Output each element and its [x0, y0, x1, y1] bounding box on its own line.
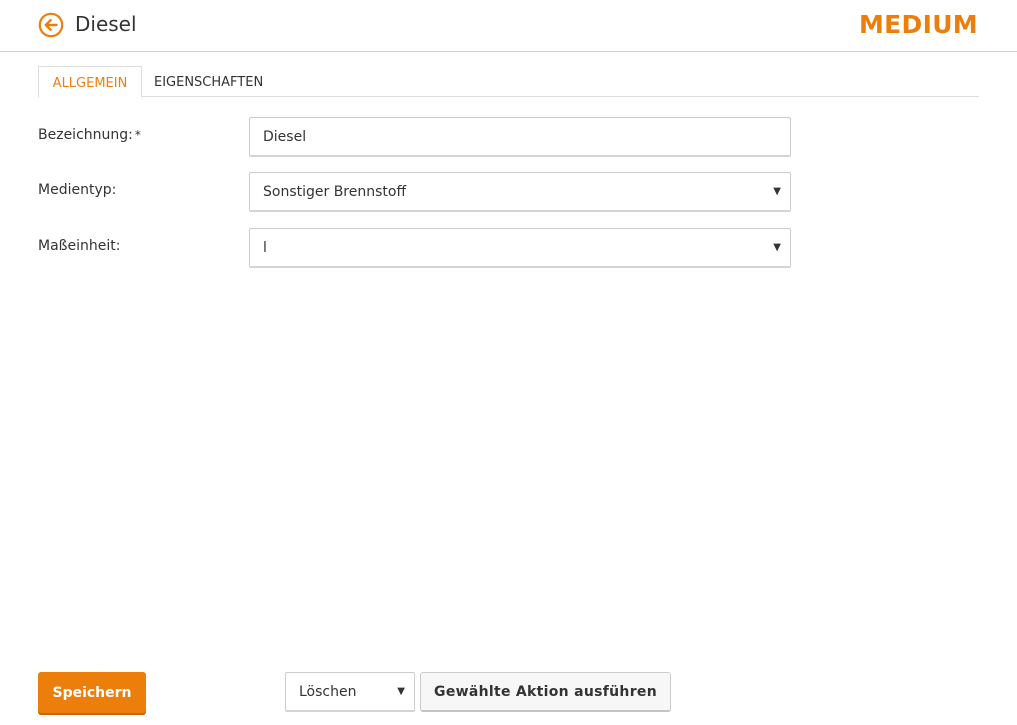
- bezeichnung-label: Bezeichnung: *: [38, 125, 141, 145]
- medientyp-label: Medientyp:: [38, 182, 117, 198]
- action-select-value: Löschen: [299, 684, 357, 700]
- arrow-left-circle-icon: [38, 12, 64, 38]
- masseinheit-select-value: l: [263, 240, 267, 256]
- bezeichnung-input[interactable]: [249, 117, 791, 157]
- masseinheit-select[interactable]: l ▼: [249, 228, 791, 268]
- form-row-masseinheit: Maßeinheit: l ▼: [38, 228, 791, 268]
- page: Diesel MEDIUM ALLGEMEIN EIGENSCHAFTEN Be…: [0, 0, 1017, 725]
- execute-action-button[interactable]: Gewählte Aktion ausführen: [420, 672, 671, 712]
- header: Diesel MEDIUM: [0, 0, 1017, 52]
- medientyp-select[interactable]: Sonstiger Brennstoff ▼: [249, 172, 791, 212]
- save-button[interactable]: Speichern: [38, 672, 146, 713]
- tab-eigenschaften[interactable]: EIGENSCHAFTEN: [142, 66, 275, 97]
- masseinheit-label: Maßeinheit:: [38, 238, 121, 254]
- action-select[interactable]: Löschen ▼: [285, 672, 415, 712]
- form-row-medientyp: Medientyp: Sonstiger Brennstoff ▼: [38, 172, 791, 212]
- medientyp-select-value: Sonstiger Brennstoff: [263, 184, 407, 200]
- chevron-down-icon: ▼: [397, 686, 405, 697]
- chevron-down-icon: ▼: [773, 242, 781, 253]
- bezeichnung-label-text: Bezeichnung:: [38, 127, 133, 143]
- page-title: Diesel: [75, 12, 137, 36]
- back-button[interactable]: [38, 12, 64, 38]
- entity-type-label: MEDIUM: [859, 10, 978, 39]
- tab-allgemein[interactable]: ALLGEMEIN: [38, 66, 142, 98]
- tab-bar: ALLGEMEIN EIGENSCHAFTEN: [38, 66, 979, 98]
- chevron-down-icon: ▼: [773, 186, 781, 197]
- form-row-bezeichnung: Bezeichnung: *: [38, 117, 791, 157]
- required-mark: *: [134, 128, 141, 142]
